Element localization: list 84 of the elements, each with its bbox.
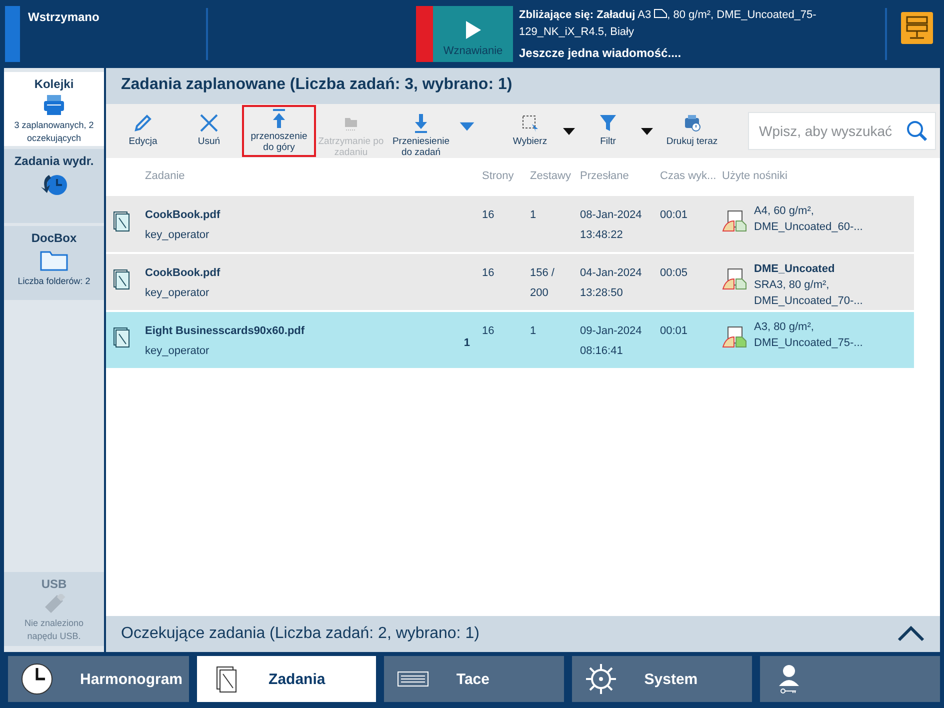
upcoming-label: Zbliżające się: Załaduj	[519, 9, 636, 21]
chevron-up-icon[interactable]	[897, 626, 925, 642]
job-name: CookBook.pdf	[145, 266, 222, 281]
nav-tab[interactable]: System	[572, 656, 752, 702]
table-cell-text: 13:28:50	[580, 286, 624, 301]
table-cell-text: 00:01	[660, 208, 689, 223]
table-cell-text: 16	[482, 266, 496, 281]
paper-icon	[654, 9, 668, 18]
job-owner: key_operator	[145, 228, 210, 243]
toolbar-button[interactable]: przenoszenie do góry	[242, 105, 316, 157]
toolbar-button[interactable]: Wybierz	[502, 107, 558, 155]
media-icon	[722, 267, 748, 291]
media-detail: DME_Uncoated_70-...	[754, 294, 863, 309]
filter-icon	[597, 112, 619, 134]
media-icon	[722, 325, 748, 349]
media-detail: A3, 80 g/m²,	[754, 320, 815, 335]
toolbar-button[interactable]: Filtr	[580, 107, 636, 155]
table-cell-text: 04-Jan-2024	[580, 266, 643, 281]
column-header: Przesłane	[580, 170, 630, 182]
job-row[interactable]: CookBook.pdf key_operator 16 1 08-Jan-2024 13:48:22 00:01 A4, 60 g/m², DME_Uncoated_60-...	[106, 196, 914, 252]
media-detail: DME_Uncoated_60-...	[754, 220, 863, 235]
alert-indicator	[416, 6, 433, 62]
panel-title: Oczekujące zadania (Liczba zadań: 2, wybrano: 1)	[121, 625, 480, 643]
job-name: CookBook.pdf	[145, 208, 222, 223]
table-cell-text: 08:16:41	[580, 344, 624, 359]
table-cell-text: 09-Jan-2024	[580, 324, 643, 339]
table-cell-text: 00:01	[660, 324, 689, 339]
table-cell-text: 16	[482, 208, 496, 223]
table-cell-text: 156 /	[530, 266, 556, 281]
job-row[interactable]: Eight Businesscards90x60.pdf key_operator 1 16 1 09-Jan-2024 08:16:41 00:01 A3, 80 g/m², DME_Uncoated_75-...	[106, 312, 914, 368]
close-icon	[198, 112, 220, 134]
column-header: Czas wyk...	[660, 170, 718, 182]
search-field[interactable]: Wpisz, aby wyszukać	[748, 112, 936, 150]
message-text: Jeszcze jedna wiadomość....	[519, 45, 682, 62]
media-name: DME_Uncoated	[754, 262, 836, 277]
settings-icon	[584, 662, 618, 696]
document-icon	[112, 268, 132, 290]
nav-tab[interactable]	[760, 656, 940, 702]
search-icon	[906, 120, 928, 142]
job-owner: key_operator	[145, 286, 210, 301]
table-cell-text: 08-Jan-2024	[580, 208, 643, 223]
clock-icon	[20, 662, 54, 696]
toolbar-button[interactable]: Edycja	[110, 107, 176, 155]
toolbar-button[interactable]: Usuń	[176, 107, 242, 155]
column-header: Strony	[482, 170, 515, 182]
toolbar-button[interactable]: Drukuj teraz	[658, 107, 726, 155]
nav-tab[interactable]: Harmonogram	[8, 656, 189, 702]
job-row[interactable]: CookBook.pdf key_operator 16 156 / 200 04-Jan-2024 13:28:50 00:05 DME_Uncoated SRA3, 80 g/m², DME_Uncoated_70-...	[106, 254, 914, 310]
column-header: Zadanie	[145, 170, 186, 182]
dropdown-caret-icon[interactable]	[638, 126, 656, 136]
job-name: Eight Businesscards90x60.pdf	[145, 324, 306, 339]
upcoming-details: , 80 g/m², DME_Uncoated_75-	[667, 9, 816, 21]
panel-title: Zadania zaplanowane (Liczba zadań: 3, wybrano: 1)	[106, 68, 940, 104]
sidebar-item[interactable]: Zadania wydr.	[4, 149, 104, 223]
table-cell-text: 00:05	[660, 266, 689, 281]
table-cell-text: 200	[530, 286, 550, 301]
media-icon	[722, 209, 748, 233]
table-cell-text: 13:48:22	[580, 228, 624, 243]
pencil-icon	[132, 112, 154, 134]
paper-size: A3	[638, 9, 652, 21]
printer-status: Wstrzymano	[27, 9, 100, 26]
media-detail: A4, 60 g/m²,	[754, 204, 815, 219]
nav-tab[interactable]: Tace	[384, 656, 564, 702]
table-cell-text: 1	[530, 208, 538, 223]
job-owner: key_operator	[145, 344, 210, 359]
printer-icon	[42, 94, 66, 116]
column-header: Użyte nośniki	[722, 170, 788, 182]
media-detail: SRA3, 80 g/m²,	[754, 278, 830, 293]
dropdown-caret-icon[interactable]	[560, 126, 578, 136]
document-icon	[112, 326, 132, 348]
status-indicator	[5, 6, 20, 62]
nav-tab[interactable]: Zadania	[196, 656, 376, 702]
sidebar-item[interactable]: DocBox Liczba folderów: 2	[4, 226, 104, 300]
upcoming-details: 129_NK_iX_R4.5, Biały	[519, 26, 634, 38]
document-icon	[112, 210, 132, 232]
column-header: Zestawy	[530, 170, 572, 182]
toolbar-button[interactable]: Przeniesienie do zadań	[386, 107, 456, 155]
table-cell-text: 16	[482, 324, 496, 339]
table-cell-text: 1	[530, 324, 538, 339]
server-icon[interactable]	[901, 12, 933, 44]
sidebar-item[interactable]: Kolejki 3 zaplanowanych, 2 oczekujących	[4, 72, 104, 146]
media-detail: DME_Uncoated_75-...	[754, 336, 863, 351]
job-count: 1	[464, 337, 470, 349]
play-icon	[465, 21, 481, 39]
